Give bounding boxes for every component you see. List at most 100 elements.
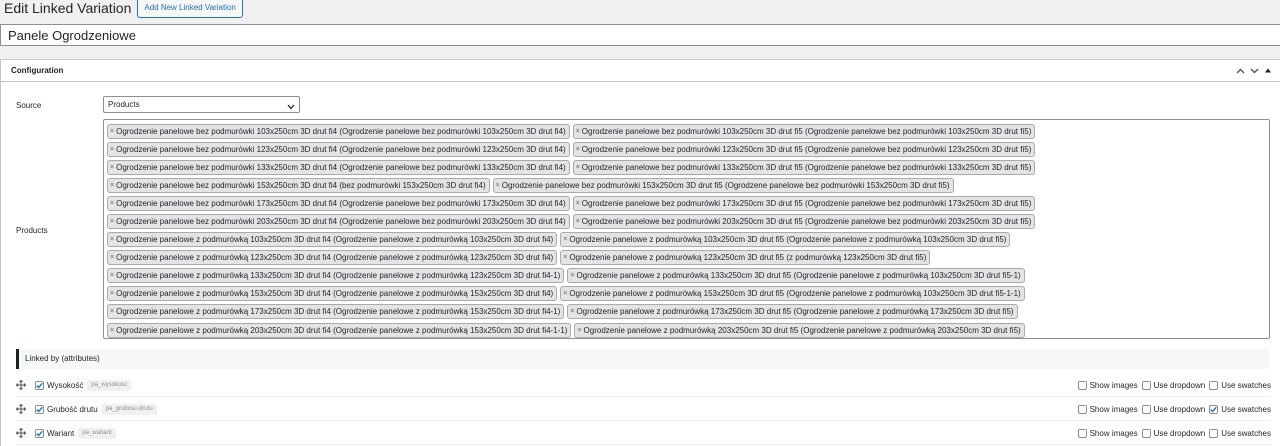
show-images-label: Show images <box>1089 429 1138 438</box>
use-dropdown-option[interactable]: Use dropdown <box>1141 381 1205 390</box>
remove-chip-icon[interactable]: × <box>110 305 114 318</box>
remove-chip-icon[interactable]: × <box>570 305 574 318</box>
attribute-slug: pa_wariant <box>78 428 116 439</box>
remove-chip-icon[interactable]: × <box>576 161 580 174</box>
product-chip[interactable]: × Ogrodzenie panelowe bez podmurówki 203x… <box>572 214 1036 230</box>
attribute-enabled-checkbox[interactable] <box>35 405 44 414</box>
product-chip-label: Ogrodzenie panelowe bez podmurówki 123x2… <box>116 144 566 154</box>
source-select-value: Products <box>108 100 140 109</box>
products-multiselect[interactable]: × Ogrodzenie panelowe bez podmurówki 103x… <box>103 119 1270 339</box>
use-dropdown-checkbox[interactable] <box>1141 429 1151 438</box>
product-chip[interactable]: × Ogrodzenie panelowe z podmurówką 203x25… <box>574 322 1025 338</box>
product-chip[interactable]: × Ogrodzenie panelowe z podmurówką 123x25… <box>107 250 558 266</box>
use-swatches-option[interactable]: Use swatches <box>1209 381 1271 390</box>
product-chip-row: × Ogrodzenie panelowe z podmurówką 133x25… <box>107 267 1266 285</box>
remove-chip-icon[interactable]: × <box>576 125 580 138</box>
drag-handle-icon[interactable] <box>16 379 28 392</box>
product-chip[interactable]: × Ogrodzenie panelowe z podmurówką 173x25… <box>107 304 565 320</box>
use-dropdown-option[interactable]: Use dropdown <box>1141 405 1205 414</box>
post-title-input[interactable] <box>0 24 1280 46</box>
drag-handle-icon[interactable] <box>16 403 28 416</box>
remove-chip-icon[interactable]: × <box>110 179 114 192</box>
remove-chip-icon[interactable]: × <box>110 125 114 138</box>
remove-chip-icon[interactable]: × <box>576 143 580 156</box>
remove-chip-icon[interactable]: × <box>110 161 114 174</box>
product-chip[interactable]: × Ogrodzenie panelowe bez podmurówki 173x… <box>107 195 570 211</box>
product-chip[interactable]: × Ogrodzenie panelowe bez podmurówki 203x… <box>107 214 570 230</box>
product-chip[interactable]: × Ogrodzenie panelowe z podmurówką 203x25… <box>107 322 572 338</box>
remove-chip-icon[interactable]: × <box>570 269 574 282</box>
remove-chip-icon[interactable]: × <box>576 197 580 210</box>
show-images-checkbox[interactable] <box>1077 429 1087 438</box>
show-images-option[interactable]: Show images <box>1077 405 1138 414</box>
product-chip-label: Ogrodzenie panelowe z podmurówką 203x250… <box>116 325 568 335</box>
product-chip[interactable]: × Ogrodzenie panelowe bez podmurówki 173x… <box>572 195 1036 211</box>
remove-chip-icon[interactable]: × <box>110 215 114 228</box>
metabox-title: Configuration <box>11 66 64 75</box>
remove-chip-icon[interactable]: × <box>110 287 114 300</box>
product-chip[interactable]: × Ogrodzenie panelowe bez podmurówki 103x… <box>107 123 570 139</box>
show-images-checkbox[interactable] <box>1077 405 1087 414</box>
source-select[interactable]: Products <box>103 96 300 113</box>
show-images-option[interactable]: Show images <box>1077 381 1138 390</box>
product-chip[interactable]: × Ogrodzenie panelowe bez podmurówki 133x… <box>107 159 570 175</box>
collapse-toggle-icon[interactable] <box>1261 64 1275 78</box>
attribute-options: Show images Use dropdown Use swatches <box>1074 405 1271 414</box>
remove-chip-icon[interactable]: × <box>496 179 500 192</box>
source-label: Source <box>16 101 42 110</box>
remove-chip-icon[interactable]: × <box>563 251 567 264</box>
attribute-name: Grubość drutu <box>47 405 98 414</box>
product-chip[interactable]: × Ogrodzenie panelowe bez podmurówki 103x… <box>572 123 1036 139</box>
use-swatches-option[interactable]: Use swatches <box>1209 405 1271 414</box>
product-chip[interactable]: × Ogrodzenie panelowe z podmurówką 123x25… <box>560 250 931 266</box>
product-chip[interactable]: × Ogrodzenie panelowe bez podmurówki 123x… <box>572 141 1036 157</box>
product-chip-label: Ogrodzenie panelowe z podmurówką 153x250… <box>569 289 1021 299</box>
product-chip[interactable]: × Ogrodzenie panelowe z podmurówką 153x25… <box>560 286 1025 302</box>
remove-chip-icon[interactable]: × <box>110 324 114 337</box>
chevron-down-icon <box>287 100 295 115</box>
remove-chip-icon[interactable]: × <box>110 233 114 246</box>
product-chip[interactable]: × Ogrodzenie panelowe bez podmurówki 133x… <box>572 159 1036 175</box>
remove-chip-icon[interactable]: × <box>577 324 581 337</box>
use-dropdown-option[interactable]: Use dropdown <box>1141 429 1205 438</box>
product-chip[interactable]: × Ogrodzenie panelowe z podmurówką 103x25… <box>560 232 1011 248</box>
use-swatches-checkbox[interactable] <box>1209 405 1219 414</box>
product-chip[interactable]: × Ogrodzenie panelowe bez podmurówki 153x… <box>492 177 954 193</box>
remove-chip-icon[interactable]: × <box>110 251 114 264</box>
use-swatches-checkbox[interactable] <box>1209 429 1219 438</box>
product-chip[interactable]: × Ogrodzenie panelowe z podmurówką 133x25… <box>107 268 565 284</box>
move-up-icon[interactable] <box>1233 64 1247 78</box>
product-chip[interactable]: × Ogrodzenie panelowe z podmurówką 103x25… <box>107 232 558 248</box>
product-chip-row: × Ogrodzenie panelowe z podmurówką 173x25… <box>107 303 1266 321</box>
use-dropdown-checkbox[interactable] <box>1141 381 1151 390</box>
product-chip-label: Ogrodzenie panelowe bez podmurówki 203x2… <box>581 217 1032 227</box>
use-swatches-option[interactable]: Use swatches <box>1209 429 1271 438</box>
product-chip[interactable]: × Ogrodzenie panelowe z podmurówką 173x25… <box>567 304 1018 320</box>
product-chip[interactable]: × Ogrodzenie panelowe bez podmurówki 153x… <box>107 177 490 193</box>
use-dropdown-checkbox[interactable] <box>1141 405 1151 414</box>
show-images-label: Show images <box>1089 381 1138 390</box>
linked-by-heading: Linked by (attributes) <box>16 349 1269 369</box>
show-images-checkbox[interactable] <box>1077 381 1087 390</box>
attribute-enabled-checkbox[interactable] <box>35 429 44 438</box>
product-chip-label: Ogrodzenie panelowe bez podmurówki 173x2… <box>581 198 1032 208</box>
show-images-option[interactable]: Show images <box>1077 429 1138 438</box>
remove-chip-icon[interactable]: × <box>563 287 567 300</box>
product-chip-label: Ogrodzenie panelowe z podmurówką 103x250… <box>569 235 1007 245</box>
remove-chip-icon[interactable]: × <box>110 143 114 156</box>
attribute-row: Wysokość pa_wysokosc Show images Use dropdo… <box>16 375 1271 397</box>
product-chip[interactable]: × Ogrodzenie panelowe z podmurówką 133x25… <box>567 268 1025 284</box>
use-swatches-checkbox[interactable] <box>1209 381 1219 390</box>
attribute-enabled-checkbox[interactable] <box>35 381 44 390</box>
product-chip[interactable]: × Ogrodzenie panelowe z podmurówką 153x25… <box>107 286 558 302</box>
drag-handle-icon[interactable] <box>16 427 28 440</box>
product-chip[interactable]: × Ogrodzenie panelowe bez podmurówki 123x… <box>107 141 570 157</box>
product-chip-label: Ogrodzenie panelowe z podmurówką 103x250… <box>116 235 554 245</box>
move-down-icon[interactable] <box>1247 64 1261 78</box>
remove-chip-icon[interactable]: × <box>110 269 114 282</box>
add-new-linked-variation-button[interactable]: Add New Linked Variation <box>137 0 243 18</box>
products-label: Products <box>16 226 48 235</box>
remove-chip-icon[interactable]: × <box>576 215 580 228</box>
remove-chip-icon[interactable]: × <box>110 197 114 210</box>
remove-chip-icon[interactable]: × <box>563 233 567 246</box>
